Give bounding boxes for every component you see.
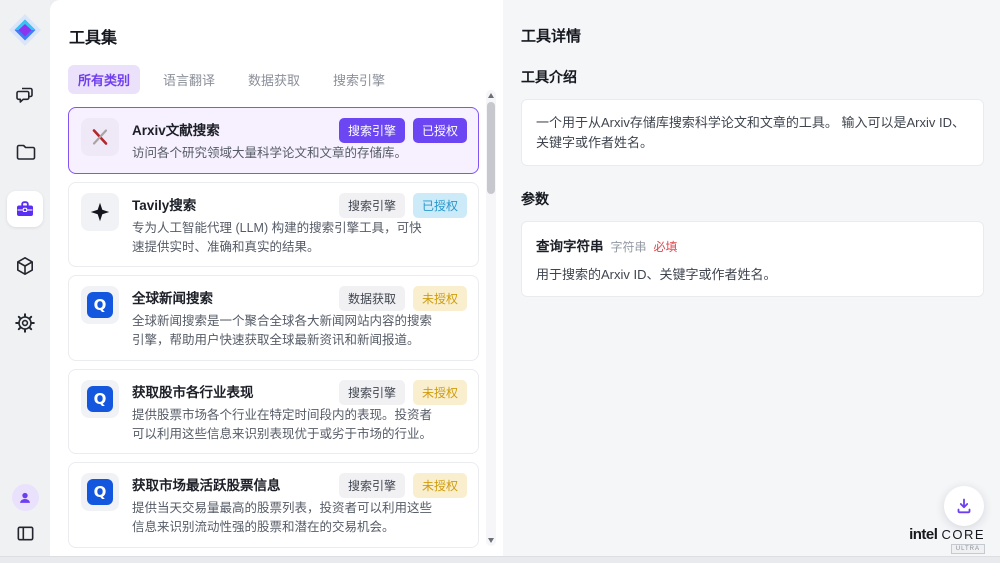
tool-card[interactable]: Q 获取市场最活跃股票信息 提供当天交易量最高的股票列表，投资者可以利用这些信息… bbox=[68, 462, 479, 548]
tool-card[interactable]: Arxiv文献搜索 访问各个研究领域大量科学论文和文章的存储库。 搜索引擎 已授… bbox=[68, 107, 479, 174]
ultra-badge: ultra bbox=[951, 544, 985, 554]
download-button[interactable] bbox=[944, 486, 984, 526]
auth-status-badge: 未授权 bbox=[413, 286, 467, 311]
details-title: 工具详情 bbox=[521, 25, 984, 46]
scroll-down-icon[interactable] bbox=[488, 538, 494, 543]
user-avatar-icon[interactable] bbox=[12, 484, 39, 511]
sidebar-folder-icon[interactable] bbox=[7, 134, 43, 170]
intro-heading: 工具介绍 bbox=[521, 67, 984, 87]
category-tabs: 所有类别语言翻译数据获取搜索引擎 bbox=[68, 65, 503, 94]
tavily-logo-icon bbox=[81, 193, 119, 231]
sidebar-toolbox-icon[interactable] bbox=[7, 191, 43, 227]
auth-status-badge: 未授权 bbox=[413, 473, 467, 498]
tool-card-list: Arxiv文献搜索 访问各个研究领域大量科学论文和文章的存储库。 搜索引擎 已授… bbox=[68, 107, 479, 556]
category-tab-3[interactable]: 搜索引擎 bbox=[323, 65, 395, 94]
auth-status-badge: 已授权 bbox=[413, 193, 467, 218]
intel-wordmark: intel bbox=[909, 526, 937, 543]
juhe-logo-icon: Q bbox=[87, 479, 113, 505]
parameter-type: 字符串 bbox=[611, 238, 647, 255]
tool-card[interactable]: Q 获取股市各行业表现 提供股票市场各个行业在特定时间段内的表现。投资者可以利用… bbox=[68, 369, 479, 455]
tool-description: 提供股票市场各个行业在特定时间段内的表现。投资者可以利用这些信息来识别表现优于或… bbox=[132, 406, 432, 444]
download-icon bbox=[954, 496, 974, 516]
sidebar-chat-icon[interactable] bbox=[7, 77, 43, 113]
category-badge: 搜索引擎 bbox=[339, 473, 405, 498]
panel-toggle-icon[interactable] bbox=[15, 523, 36, 544]
tool-description: 访问各个研究领域大量科学论文和文章的存储库。 bbox=[132, 144, 432, 163]
window-bottom-edge bbox=[0, 556, 1000, 563]
auth-status-badge: 未授权 bbox=[413, 380, 467, 405]
tool-description: 全球新闻搜索是一个聚合全球各大新闻网站内容的搜索引擎，帮助用户快速获取全球最新资… bbox=[132, 312, 432, 350]
auth-status-badge: 已授权 bbox=[413, 118, 467, 143]
parameter-description: 用于搜索的Arxiv ID、关键字或作者姓名。 bbox=[536, 264, 969, 283]
core-wordmark: core bbox=[941, 527, 985, 542]
icon-sidebar bbox=[0, 0, 50, 556]
category-badge: 数据获取 bbox=[339, 286, 405, 311]
tool-card[interactable]: Tavily搜索 专为人工智能代理 (LLM) 构建的搜索引擎工具，可快速提供实… bbox=[68, 182, 479, 268]
tool-description: 提供当天交易量最高的股票列表，投资者可以利用这些信息来识别流动性强的股票和潜在的… bbox=[132, 499, 432, 537]
list-scrollbar[interactable] bbox=[486, 90, 496, 546]
intel-core-ultra-logo: intel core ultra bbox=[909, 526, 985, 554]
tool-card[interactable]: Q 全球新闻搜索 全球新闻搜索是一个聚合全球各大新闻网站内容的搜索引擎，帮助用户… bbox=[68, 275, 479, 361]
category-badge: 搜索引擎 bbox=[339, 380, 405, 405]
tools-panel-title: 工具集 bbox=[69, 24, 503, 48]
tool-details-panel: 工具详情 工具介绍 一个用于从Arxiv存储库搜索科学论文和文章的工具。 输入可… bbox=[503, 0, 1000, 556]
category-tab-1[interactable]: 语言翻译 bbox=[153, 65, 225, 94]
juhe-logo-icon: Q bbox=[81, 473, 119, 511]
parameter-name: 查询字符串 bbox=[536, 235, 604, 255]
params-heading: 参数 bbox=[521, 189, 984, 209]
juhe-logo-icon: Q bbox=[81, 286, 119, 324]
category-tab-2[interactable]: 数据获取 bbox=[238, 65, 310, 94]
sidebar-settings-icon[interactable] bbox=[7, 305, 43, 341]
juhe-logo-icon: Q bbox=[87, 292, 113, 318]
juhe-logo-icon: Q bbox=[81, 380, 119, 418]
tool-description: 专为人工智能代理 (LLM) 构建的搜索引擎工具，可快速提供实时、准确和真实的结… bbox=[132, 219, 432, 257]
scroll-up-icon[interactable] bbox=[488, 93, 494, 98]
sidebar-cube-icon[interactable] bbox=[7, 248, 43, 284]
tools-list-panel: 工具集 所有类别语言翻译数据获取搜索引擎 Arxiv文献搜索 访问各个研究领域大… bbox=[50, 0, 503, 556]
category-badge: 搜索引擎 bbox=[339, 118, 405, 143]
app-logo-icon bbox=[8, 13, 42, 47]
category-badge: 搜索引擎 bbox=[339, 193, 405, 218]
parameter-box: 查询字符串 字符串 必填 用于搜索的Arxiv ID、关键字或作者姓名。 bbox=[521, 221, 984, 297]
scrollbar-thumb[interactable] bbox=[487, 102, 495, 194]
arxiv-logo-icon bbox=[81, 118, 119, 156]
parameter-required-flag: 必填 bbox=[654, 238, 678, 255]
intro-text-box: 一个用于从Arxiv存储库搜索科学论文和文章的工具。 输入可以是Arxiv ID… bbox=[521, 99, 984, 166]
category-tab-0[interactable]: 所有类别 bbox=[68, 65, 140, 94]
juhe-logo-icon: Q bbox=[87, 386, 113, 412]
